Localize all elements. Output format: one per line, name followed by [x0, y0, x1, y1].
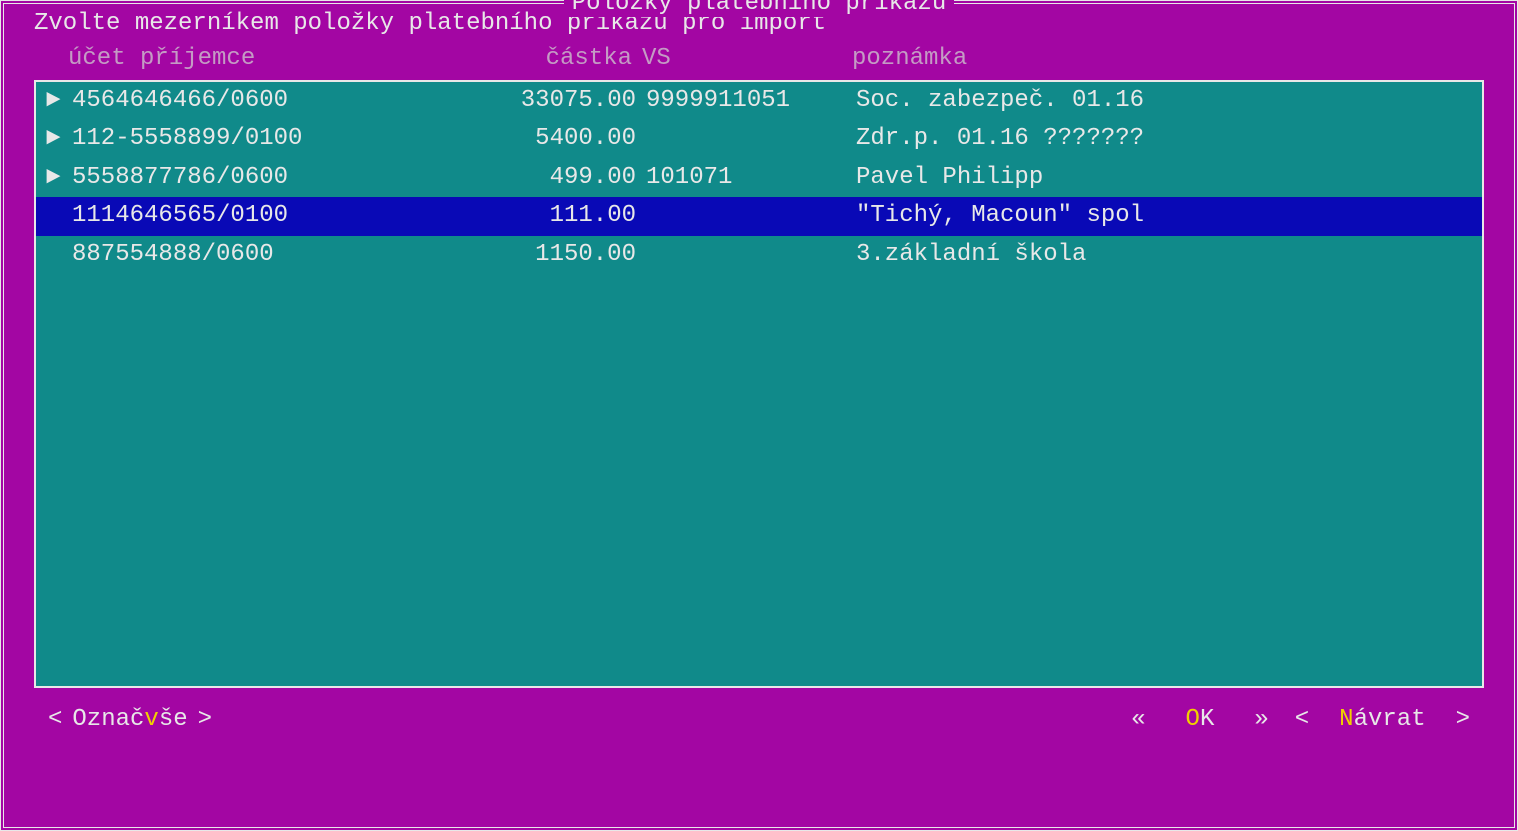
- cell-vs: [646, 126, 856, 152]
- dialog-payment-items: Položky platebního příkazu Zvolte mezern…: [0, 0, 1518, 831]
- cell-note: "Tichý, Macoun" spol: [856, 203, 1478, 229]
- angle-right-icon: >: [188, 706, 222, 733]
- header-amount: částka: [464, 45, 642, 72]
- cell-account: 4564646466/0600: [72, 88, 468, 114]
- cell-amount: 1150.00: [468, 242, 646, 268]
- table-row[interactable]: 1114646565/0100111.00 "Tichý, Macoun" sp…: [36, 197, 1482, 235]
- cell-vs: [646, 203, 856, 229]
- return-button[interactable]: < Návrat >: [1285, 706, 1480, 733]
- cell-amount: 33075.00: [468, 88, 646, 114]
- right-button-group: « OK » < Návrat >: [1121, 706, 1480, 733]
- dbl-left-icon: «: [1121, 706, 1155, 733]
- mark-all-hotkey: v: [144, 706, 158, 733]
- mark-all-post: še: [159, 706, 188, 733]
- table-row[interactable]: ►112-5558899/01005400.00 Zdr.p. 01.16 ??…: [36, 120, 1482, 158]
- table-row[interactable]: ►4564646466/060033075.00 9999911051Soc. …: [36, 82, 1482, 120]
- cell-account: 112-5558899/0100: [72, 126, 468, 152]
- selected-marker-icon: [46, 242, 72, 268]
- selected-marker-icon: [46, 203, 72, 229]
- column-headers: účet příjemce částka VS poznámka: [18, 41, 1500, 80]
- header-note: poznámka: [852, 45, 1500, 72]
- angle-left-icon: <: [38, 706, 72, 733]
- cell-vs: [646, 242, 856, 268]
- cell-note: Pavel Philipp: [856, 165, 1478, 191]
- return-post: ávrat: [1354, 706, 1426, 733]
- dbl-right-icon: »: [1244, 706, 1278, 733]
- header-vs: VS: [642, 45, 852, 72]
- cell-account: 5558877786/0600: [72, 165, 468, 191]
- header-marker: [34, 45, 68, 72]
- cell-vs: 101071: [646, 165, 856, 191]
- ok-button[interactable]: « OK »: [1121, 706, 1279, 733]
- table-row[interactable]: 887554888/06001150.00 3.základní škola: [36, 236, 1482, 274]
- cell-vs: 9999911051: [646, 88, 856, 114]
- selected-marker-icon: ►: [46, 126, 72, 152]
- mark-all-pre: Označ: [72, 706, 144, 733]
- header-account: účet příjemce: [68, 45, 464, 72]
- return-hotkey: N: [1339, 706, 1353, 733]
- instruction-text: Zvolte mezerníkem položky platebního pří…: [18, 4, 1500, 41]
- cell-note: Zdr.p. 01.16 ???????: [856, 126, 1478, 152]
- cell-account: 887554888/0600: [72, 242, 468, 268]
- ok-post: K: [1200, 706, 1214, 733]
- cell-note: Soc. zabezpeč. 01.16: [856, 88, 1478, 114]
- selected-marker-icon: ►: [46, 88, 72, 114]
- mark-all-button[interactable]: < Označ vše >: [38, 706, 222, 733]
- ok-hotkey: O: [1186, 706, 1200, 733]
- cell-amount: 5400.00: [468, 126, 646, 152]
- button-bar: < Označ vše > « OK » < Návrat >: [18, 688, 1500, 733]
- angle-right-icon: >: [1446, 706, 1480, 733]
- table-row[interactable]: ►5558877786/0600499.00 101071Pavel Phili…: [36, 159, 1482, 197]
- items-listbox[interactable]: ►4564646466/060033075.00 9999911051Soc. …: [34, 80, 1484, 688]
- cell-account: 1114646565/0100: [72, 203, 468, 229]
- angle-left-icon: <: [1285, 706, 1319, 733]
- cell-amount: 111.00: [468, 203, 646, 229]
- selected-marker-icon: ►: [46, 165, 72, 191]
- cell-note: 3.základní škola: [856, 242, 1478, 268]
- cell-amount: 499.00: [468, 165, 646, 191]
